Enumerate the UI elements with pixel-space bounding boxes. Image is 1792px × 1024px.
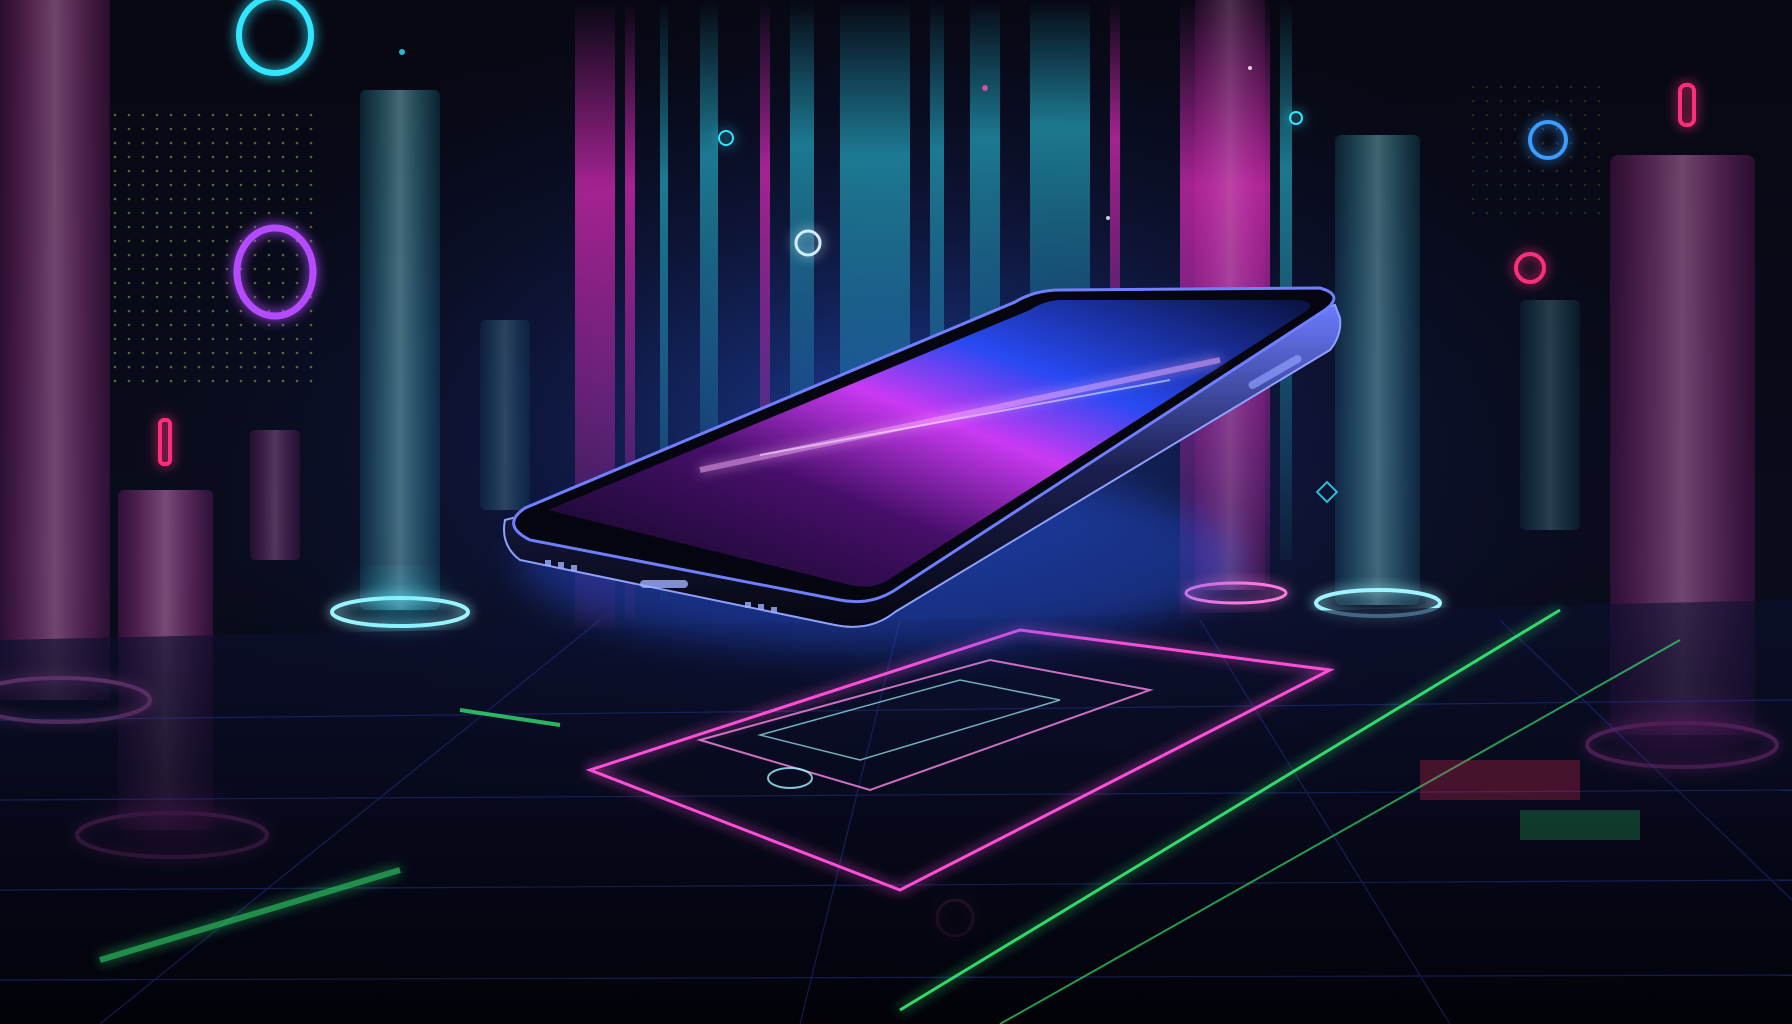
light-pillar-icon	[1520, 300, 1580, 530]
light-pillar-icon	[250, 430, 300, 560]
light-pillar-icon	[480, 320, 530, 510]
circuit-grid-icon	[0, 600, 1792, 1024]
dot-matrix-icon	[110, 110, 320, 390]
dot-matrix-icon	[1460, 80, 1600, 220]
scene-illustration	[0, 0, 1792, 1024]
neon-scene	[0, 0, 1792, 1024]
